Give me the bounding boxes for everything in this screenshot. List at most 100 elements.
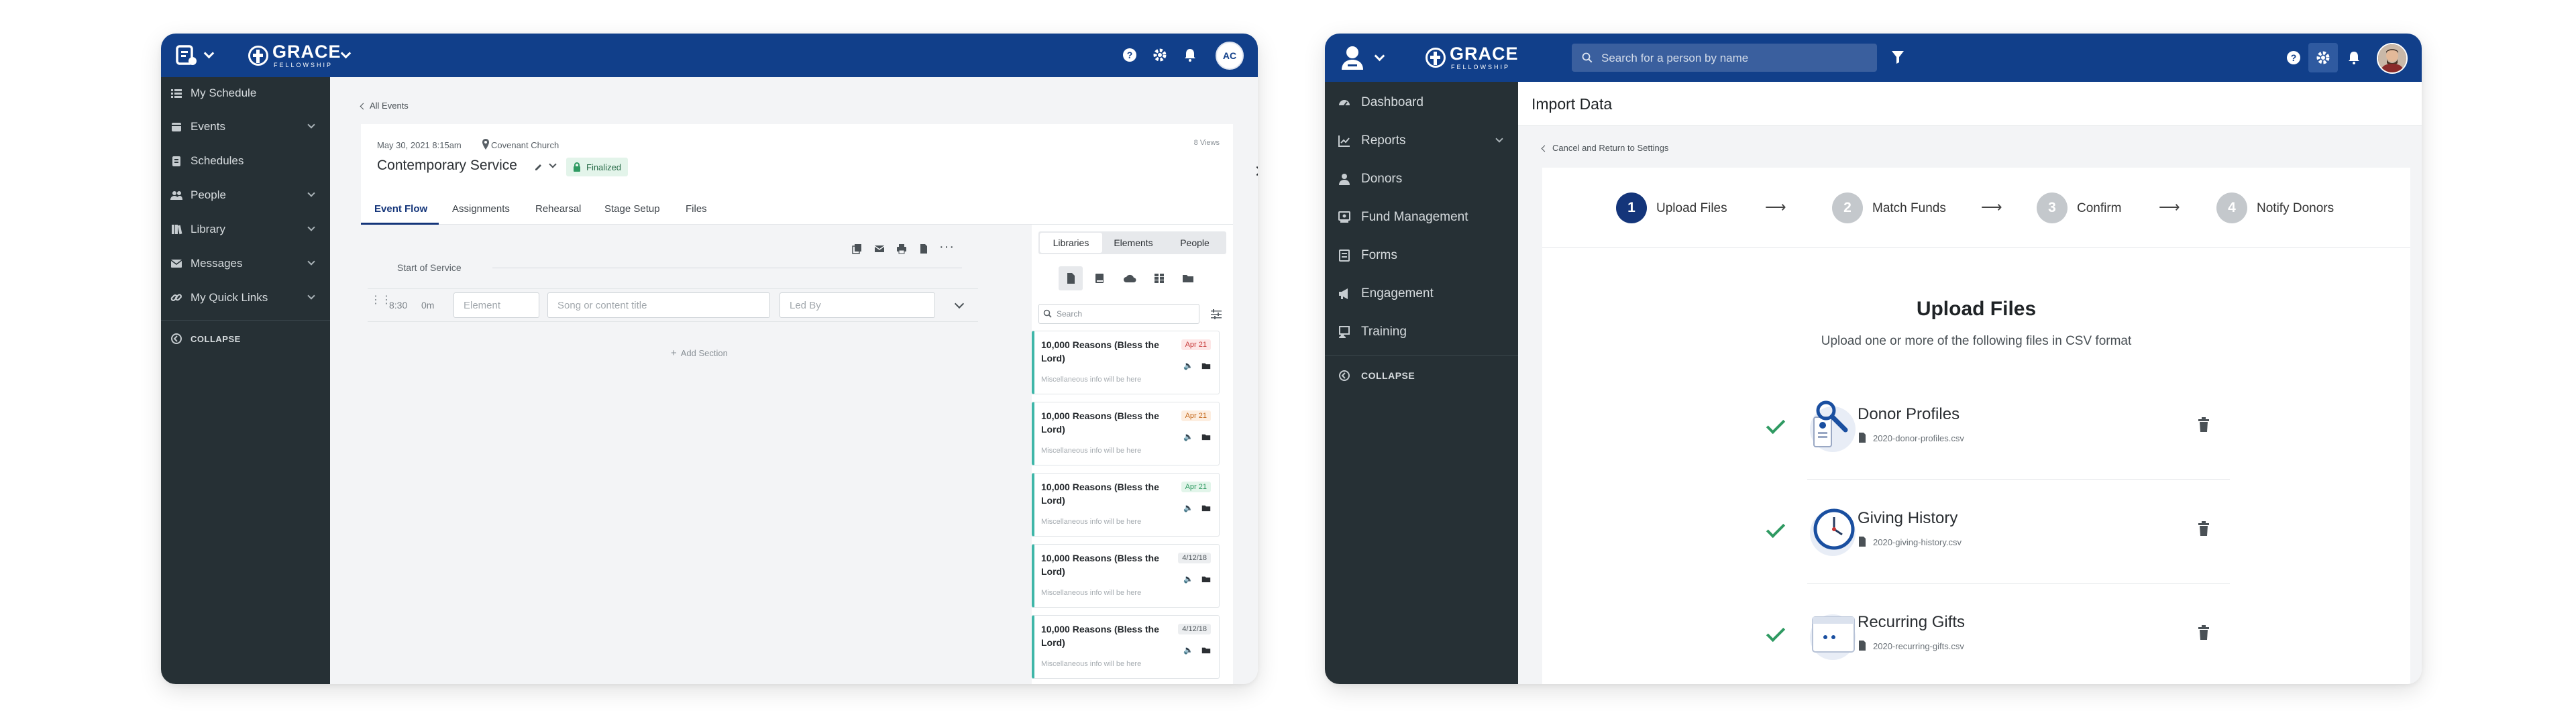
app-switcher-person-icon[interactable] (1340, 44, 1365, 71)
app-switcher-icon[interactable] (176, 45, 199, 66)
element-field[interactable]: Element (453, 292, 539, 318)
bell-icon[interactable] (1182, 47, 1198, 63)
trash-icon[interactable] (2198, 417, 2210, 432)
person-search-box[interactable]: Search for a person by name (1572, 44, 1877, 72)
sidebar-item-forms[interactable]: Forms (1325, 238, 1518, 273)
grid-icon[interactable] (1154, 273, 1165, 284)
chevron-down-icon (307, 258, 315, 266)
step-1-label[interactable]: Upload Files (1656, 201, 1727, 216)
list-icon (171, 89, 182, 98)
file-icon (1859, 537, 1866, 547)
date-badge: Apr 21 (1181, 410, 1211, 421)
step-4-label[interactable]: Notify Donors (2257, 201, 2334, 216)
folder-icon[interactable] (1201, 575, 1211, 583)
step-3-label[interactable]: Confirm (2077, 201, 2122, 216)
sidebar-item-engagement[interactable]: Engagement (1325, 276, 1518, 311)
sidebar-item-label: Donors (1361, 172, 1403, 186)
sidebar-collapse-button[interactable]: COLLAPSE (1325, 360, 1518, 392)
step-2-label[interactable]: Match Funds (1872, 201, 1946, 216)
bell-icon[interactable] (2346, 50, 2362, 66)
step-3-number[interactable]: 3 (2037, 192, 2068, 223)
import-wizard-card: 1 Upload Files ⟶ 2 Match Funds ⟶ 3 Confi… (1542, 168, 2410, 684)
sidebar-divider (161, 320, 330, 321)
step-4-number[interactable]: 4 (2216, 192, 2247, 223)
back-to-all-events-link[interactable]: All Events (360, 101, 409, 111)
folder-icon[interactable] (1182, 274, 1194, 283)
org-switcher-chevron-icon[interactable] (340, 48, 352, 59)
app-switcher-chevron-icon[interactable] (203, 48, 215, 59)
edit-pencil-icon[interactable] (534, 162, 543, 172)
tab-people[interactable]: People (1165, 233, 1225, 253)
folder-icon[interactable] (1201, 362, 1211, 370)
library-item[interactable]: 10,000 Reasons (Bless the Lord) 4/12/18 … (1032, 615, 1220, 679)
document-icon[interactable] (918, 243, 929, 254)
sidebar-item-training[interactable]: Training (1325, 315, 1518, 349)
filter-doc-button[interactable] (1059, 266, 1083, 290)
tab-event-flow[interactable]: Event Flow (374, 203, 427, 215)
sidebar-item-fund-management[interactable]: Fund Management (1325, 200, 1518, 235)
tab-elements[interactable]: Elements (1102, 233, 1165, 253)
audio-icon[interactable]: 🔈 (1183, 361, 1193, 370)
folder-icon[interactable] (1201, 647, 1211, 654)
sidebar-item-messages[interactable]: Messages (161, 247, 330, 280)
tab-rehearsal[interactable]: Rehearsal (535, 203, 581, 215)
more-options-icon[interactable]: ··· (939, 239, 955, 255)
library-search-placeholder: Search (1057, 309, 1083, 319)
sidebar-item-people[interactable]: People (161, 179, 330, 211)
file-filename: 2020-giving-history.csv (1873, 537, 1962, 547)
tab-stage-setup[interactable]: Stage Setup (604, 203, 660, 215)
audio-icon[interactable]: 🔈 (1183, 645, 1193, 655)
email-icon[interactable] (874, 243, 885, 254)
row-expand-chevron-icon[interactable] (954, 298, 965, 309)
app-switcher-chevron-icon[interactable] (1374, 50, 1385, 62)
audio-icon[interactable]: 🔈 (1183, 574, 1193, 584)
title-chevron-down-icon[interactable] (549, 160, 557, 168)
library-item-misc: Miscellaneous info will be here (1041, 518, 1142, 526)
help-icon[interactable]: ? (1122, 47, 1138, 63)
sidebar-item-dashboard[interactable]: Dashboard (1325, 85, 1518, 120)
main-content: All Events May 30, 2021 8:15am Covenant … (330, 77, 1258, 684)
book-icon[interactable] (1095, 273, 1104, 284)
library-item[interactable]: 10,000 Reasons (Bless the Lord) Apr 21 🔈… (1032, 473, 1220, 537)
file-row-donor-profiles: Donor Profiles 2020-donor-profiles.csv (1766, 397, 2230, 491)
sidebar-collapse-button[interactable]: COLLAPSE (161, 323, 330, 355)
library-item[interactable]: 10,000 Reasons (Bless the Lord) Apr 21 🔈… (1032, 402, 1220, 465)
sidebar-item-schedules[interactable]: Schedules (161, 145, 330, 177)
logo-sub: FELLOWSHIP (274, 62, 333, 68)
wizard-steps: 1 Upload Files ⟶ 2 Match Funds ⟶ 3 Confi… (1542, 168, 2410, 248)
print-icon[interactable] (896, 243, 907, 254)
trash-icon[interactable] (2198, 625, 2210, 640)
back-label: All Events (370, 101, 409, 111)
audio-icon[interactable]: 🔈 (1183, 503, 1193, 512)
cloud-icon[interactable] (1123, 274, 1136, 283)
lock-icon (574, 162, 580, 172)
step-1-number[interactable]: 1 (1616, 192, 1647, 223)
user-avatar[interactable] (2377, 43, 2408, 74)
tab-files[interactable]: Files (686, 203, 707, 215)
sidebar-item-reports[interactable]: Reports (1325, 123, 1518, 158)
sidebar-item-my-schedule[interactable]: My Schedule (161, 77, 330, 109)
trash-icon[interactable] (2198, 521, 2210, 536)
filter-sliders-icon[interactable] (1210, 309, 1222, 319)
step-2-number[interactable]: 2 (1832, 192, 1863, 223)
library-item[interactable]: 10,000 Reasons (Bless the Lord) Apr 21 🔈… (1032, 331, 1220, 394)
filter-funnel-icon[interactable] (1891, 50, 1904, 64)
folder-icon[interactable] (1201, 504, 1211, 512)
sidebar-item-my-quick-links[interactable]: My Quick Links (161, 282, 330, 314)
sidebar-item-label: Schedules (191, 154, 244, 167)
folder-icon[interactable] (1201, 433, 1211, 441)
help-icon[interactable]: ? (2286, 50, 2302, 66)
settings-button-active[interactable] (2308, 43, 2338, 72)
tab-assignments[interactable]: Assignments (452, 203, 510, 215)
sidebar-item-library[interactable]: Library (161, 213, 330, 245)
library-item[interactable]: 10,000 Reasons (Bless the Lord) 4/12/18 … (1032, 544, 1220, 608)
user-avatar[interactable]: AC (1216, 42, 1244, 70)
sidebar-item-donors[interactable]: Donors (1325, 162, 1518, 197)
audio-icon[interactable]: 🔈 (1183, 432, 1193, 441)
library-search-box[interactable]: Search (1038, 304, 1199, 324)
tab-libraries[interactable]: Libraries (1040, 233, 1102, 253)
panel-expand-chevron-icon[interactable] (1252, 166, 1258, 176)
gear-icon[interactable] (1152, 47, 1168, 63)
sidebar-item-events[interactable]: Events (161, 111, 330, 143)
cancel-and-return-link[interactable]: Cancel and Return to Settings (1541, 143, 1668, 153)
